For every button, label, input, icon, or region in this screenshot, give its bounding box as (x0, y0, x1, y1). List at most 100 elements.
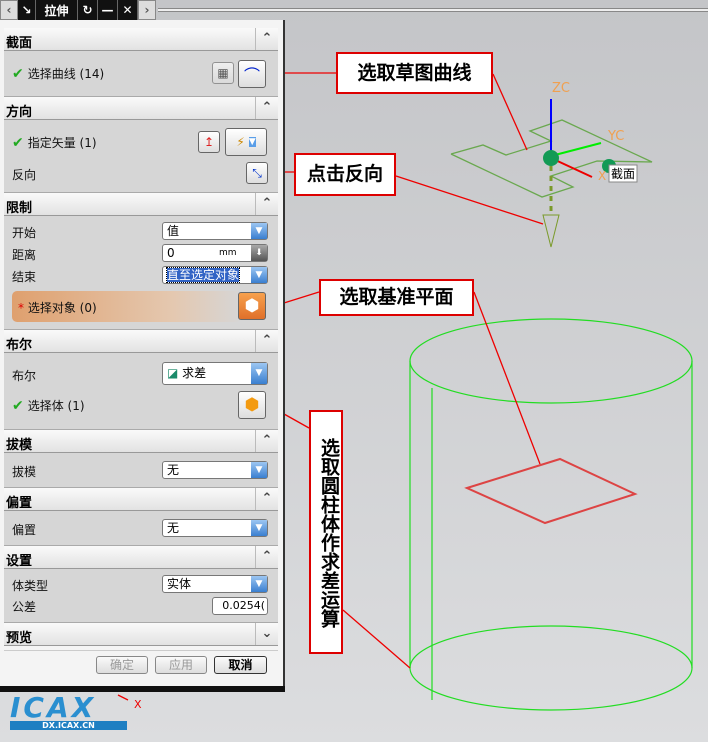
yc-label: YC (607, 129, 624, 144)
select-object-button[interactable]: ⬢ (238, 292, 266, 320)
required-asterisk-icon: * (18, 301, 28, 315)
tolerance-label: 公差 (12, 600, 37, 614)
chevron-left-icon[interactable]: ‹ (0, 0, 18, 20)
distance-unit: mm (219, 248, 237, 258)
reverse-label: 反向 (12, 168, 37, 182)
curve-icon: ⌒ (243, 66, 260, 85)
close-icon[interactable]: ✕ (118, 0, 138, 20)
chevron-up-icon[interactable]: ⌃ (255, 193, 278, 215)
section-tag: 截面 (611, 167, 635, 181)
chevron-right-icon[interactable]: › (138, 0, 156, 20)
dropdown-arrow-icon: ▼ (251, 223, 267, 239)
undo-icon[interactable]: ↻ (78, 0, 98, 20)
callout-reverse: 点击反向 (294, 153, 396, 196)
draft-select[interactable]: 无 ▼ (162, 461, 268, 479)
apply-button[interactable]: 应用 (155, 656, 207, 674)
cylinder-body (409, 318, 693, 711)
boolean-body: 布尔 ◪ 求差 ▼ ✔ 选择体 (1) ⬢ (4, 353, 278, 430)
dropdown-arrow-icon: ▼ (251, 267, 267, 283)
end-select[interactable]: 直至选定对象 ▼ (162, 266, 268, 284)
arrow-down-icon[interactable]: ⬇ (251, 245, 267, 261)
check-icon: ✔ (12, 66, 24, 82)
draft-value: 无 (167, 463, 180, 477)
select-curve-label: 选择曲线 (14) (27, 67, 105, 81)
reverse-direction-button[interactable]: ⤡ (246, 162, 268, 184)
callout-select-cylinder: 选取圆柱体作求差运算 (309, 410, 343, 654)
select-object-row[interactable]: * 选择对象 (0) (12, 291, 242, 322)
draft-body: 拔模 无 ▼ (4, 453, 278, 488)
chevron-up-icon[interactable]: ⌃ (255, 330, 278, 352)
offset-select[interactable]: 无 ▼ (162, 519, 268, 537)
chevron-up-icon[interactable]: ⌃ (255, 546, 278, 568)
offset-body: 偏置 无 ▼ (4, 511, 278, 546)
limits-header[interactable]: 限制 ⌃ (4, 193, 278, 216)
vector-dialog-icon[interactable]: ↥ (198, 131, 220, 153)
tolerance-input[interactable]: 0.0254( (212, 597, 268, 615)
dropdown-arrow-icon: ▼ (251, 363, 267, 384)
draft-label: 拔模 (12, 465, 37, 479)
distance-input[interactable]: 0 mm ⬇ (162, 244, 268, 262)
chevron-up-icon[interactable]: ⌃ (255, 488, 278, 510)
cube-icon: ⬢ (244, 296, 260, 316)
section-header[interactable]: 截面 ⌃ (4, 28, 278, 51)
vector-label: 指定矢量 (1) (27, 136, 97, 150)
start-value: 值 (167, 224, 180, 238)
curve-select-button[interactable]: ⌒ (238, 60, 266, 88)
callout-select-sketch: 选取草图曲线 (336, 52, 493, 94)
divider (4, 650, 278, 651)
minus-icon[interactable]: — (98, 0, 118, 20)
direction-title: 方向 (6, 105, 33, 120)
body-type-select[interactable]: 实体 ▼ (162, 575, 268, 593)
zc-label: ZC (552, 81, 570, 96)
chevron-up-icon[interactable]: ⌃ (255, 430, 278, 452)
direction-header[interactable]: 方向 ⌃ (4, 97, 278, 120)
preview-header[interactable]: 预览 ⌄ (4, 623, 278, 646)
subtract-icon: ◪ (167, 366, 183, 380)
vector-type-dropdown[interactable]: ⚡ ▼ (225, 128, 267, 156)
limits-body: 开始 值 ▼ 距离 0 mm ⬇ 结束 直至选定对象 ▼ * 选择对象 (0) ⬢ (4, 216, 278, 330)
origin-handle (543, 150, 559, 166)
limits-title: 限制 (6, 201, 33, 216)
settings-body: 体类型 实体 ▼ 公差 0.0254( (4, 569, 278, 623)
boolean-label: 布尔 (12, 369, 37, 383)
check-icon: ✔ (12, 398, 24, 414)
check-icon: ✔ (12, 135, 24, 151)
boolean-header[interactable]: 布尔 ⌃ (4, 330, 278, 353)
cancel-button[interactable]: 取消 (214, 656, 267, 674)
settings-header[interactable]: 设置 ⌃ (4, 546, 278, 569)
preview-title: 预览 (6, 631, 33, 646)
boolean-title: 布尔 (6, 338, 33, 353)
start-select[interactable]: 值 ▼ (162, 222, 268, 240)
body-type-value: 实体 (167, 577, 192, 591)
select-body-label: 选择体 (1) (27, 399, 85, 413)
draft-header[interactable]: 拔模 ⌃ (4, 430, 278, 453)
start-label: 开始 (12, 226, 37, 240)
datum-plane (464, 457, 638, 525)
x-label: X (598, 169, 606, 183)
draft-title: 拔模 (6, 438, 33, 453)
dropdown-arrow-icon: ▼ (251, 520, 267, 536)
chevron-down-icon[interactable]: ⌄ (255, 623, 278, 645)
end-label: 结束 (12, 270, 37, 284)
ok-button[interactable]: 确定 (96, 656, 148, 674)
toolbar-track (158, 8, 708, 12)
offset-label: 偏置 (12, 523, 37, 537)
distance-value: 0 (167, 246, 175, 260)
boolean-select[interactable]: ◪ 求差 ▼ (162, 362, 268, 385)
sketch-icon[interactable]: ▦ (212, 62, 234, 84)
offset-header[interactable]: 偏置 ⌃ (4, 488, 278, 511)
section-title: 截面 (6, 36, 33, 51)
chevron-up-icon[interactable]: ⌃ (255, 28, 278, 50)
icax-logo: ICAX DX.ICAX.CN (10, 694, 127, 733)
offset-title: 偏置 (6, 496, 33, 511)
section-body: ✔ 选择曲线 (14) ▦ ⌒ (4, 51, 278, 97)
dialog-title: 拉伸 (36, 0, 78, 20)
distance-label: 距离 (12, 248, 37, 262)
callout-select-plane: 选取基准平面 (319, 279, 474, 316)
extrude-dialog: 截面 ⌃ ✔ 选择曲线 (14) ▦ ⌒ 方向 ⌃ ✔ 指定矢量 (1) ↥ ⚡ ▼ 反向… (0, 20, 285, 688)
select-body-button[interactable]: ⬢ (238, 391, 266, 419)
chevron-up-icon[interactable]: ⌃ (255, 97, 278, 119)
arrow-icon[interactable]: ↘ (18, 0, 36, 20)
dropdown-arrow-icon: ▼ (251, 462, 267, 478)
triad-x: X (134, 698, 142, 711)
